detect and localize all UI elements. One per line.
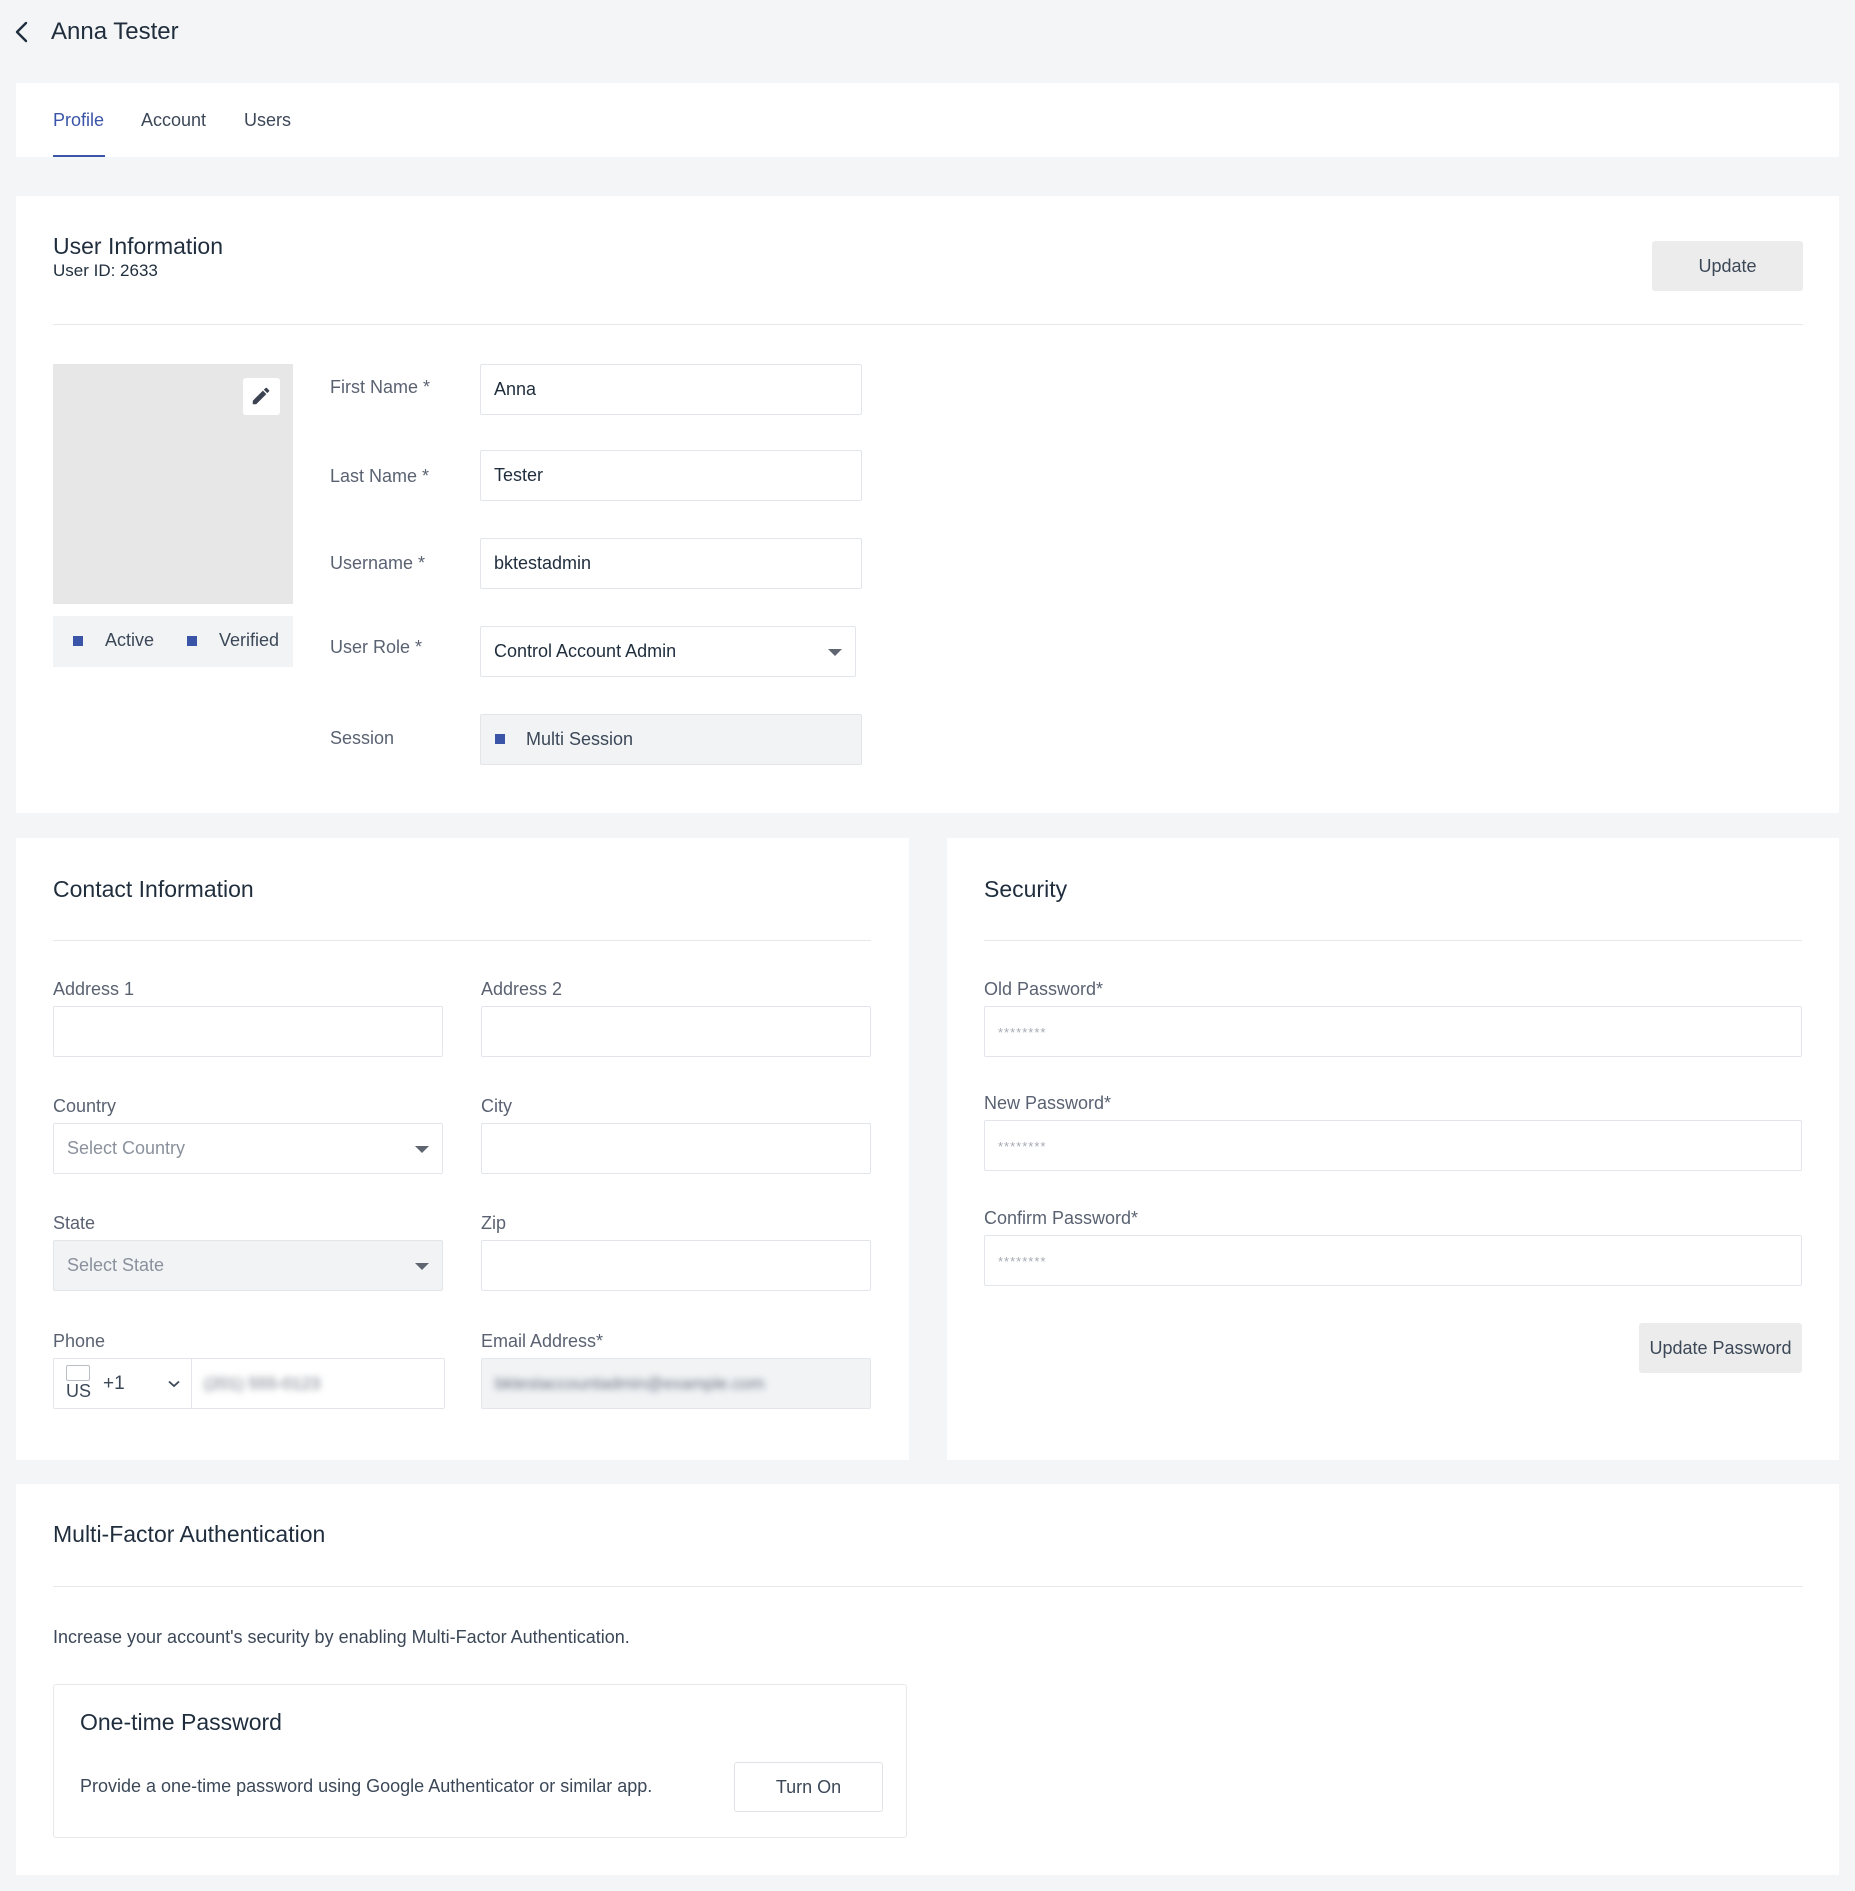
verified-checkbox[interactable]	[187, 636, 197, 646]
username-input[interactable]: bktestadmin	[480, 538, 862, 589]
caret-down-icon	[828, 649, 842, 656]
email-input[interactable]: bktestaccountadmin@example.com	[481, 1358, 871, 1409]
phone-input[interactable]: (201) 555-0123	[204, 1359, 320, 1408]
tab-account[interactable]: Account	[141, 110, 206, 131]
user-information-card: User Information User ID: 2633 Update Ac…	[16, 196, 1839, 813]
edit-avatar-button[interactable]	[243, 378, 280, 415]
update-password-button[interactable]: Update Password	[1639, 1323, 1802, 1373]
old-password-label: Old Password*	[984, 979, 1104, 999]
address2-input[interactable]	[481, 1006, 871, 1057]
first-name-input[interactable]: Anna	[480, 364, 862, 415]
last-name-label: Last Name *	[330, 466, 430, 486]
avatar	[53, 364, 293, 604]
user-role-value: Control Account Admin	[494, 641, 677, 661]
tab-profile[interactable]: Profile	[53, 110, 104, 131]
user-role-select[interactable]: Control Account Admin	[480, 626, 856, 677]
zip-label: Zip	[481, 1213, 507, 1233]
email-label: Email Address*	[481, 1331, 604, 1351]
country-select[interactable]: Select Country	[53, 1123, 443, 1174]
user-role-label: User Role *	[330, 637, 423, 657]
update-button[interactable]: Update	[1652, 241, 1803, 291]
session-label: Session	[330, 728, 395, 748]
us-flag-icon	[66, 1365, 90, 1381]
status-bar: Active Verified	[53, 616, 293, 667]
tab-users[interactable]: Users	[244, 110, 291, 131]
city-label: City	[481, 1096, 512, 1116]
caret-down-icon	[415, 1263, 429, 1270]
country-placeholder: Select Country	[67, 1138, 186, 1158]
multi-session-label: Multi Session	[526, 729, 634, 749]
page-title: Anna Tester	[51, 18, 179, 45]
country-label: Country	[53, 1096, 117, 1116]
divider	[53, 940, 871, 941]
caret-down-icon	[415, 1146, 429, 1153]
divider	[984, 940, 1802, 941]
pencil-icon	[252, 387, 270, 405]
multi-session-checkbox[interactable]	[495, 734, 505, 744]
confirm-password-placeholder: ********	[998, 1254, 1047, 1269]
flag-alt-text: US	[66, 1381, 92, 1401]
confirm-password-input[interactable]: ********	[984, 1235, 1802, 1286]
profile-page: Anna Tester Profile Account Users User I…	[0, 0, 1855, 1891]
session-field: Multi Session	[480, 714, 862, 765]
active-label: Active	[105, 630, 155, 650]
email-value: bktestaccountadmin@example.com	[495, 1374, 765, 1393]
new-password-input[interactable]: ********	[984, 1120, 1802, 1171]
tab-bar: Profile Account Users	[16, 83, 1839, 157]
confirm-password-label: Confirm Password*	[984, 1208, 1139, 1228]
address1-input[interactable]	[53, 1006, 443, 1057]
active-checkbox[interactable]	[73, 636, 83, 646]
city-input[interactable]	[481, 1123, 871, 1174]
verified-label: Verified	[219, 630, 280, 650]
back-arrow-icon[interactable]	[12, 18, 32, 46]
contact-information-title: Contact Information	[53, 876, 254, 902]
new-password-label: New Password*	[984, 1093, 1112, 1113]
mfa-card: Multi-Factor Authentication Increase you…	[16, 1484, 1839, 1875]
zip-input[interactable]	[481, 1240, 871, 1291]
mfa-title: Multi-Factor Authentication	[53, 1521, 326, 1547]
first-name-label: First Name *	[330, 377, 431, 397]
mfa-description: Increase your account's security by enab…	[53, 1627, 630, 1647]
last-name-input[interactable]: Tester	[480, 450, 862, 501]
address2-label: Address 2	[481, 979, 563, 999]
chevron-down-icon	[168, 1380, 180, 1388]
state-select[interactable]: Select State	[53, 1240, 443, 1291]
divider	[53, 1586, 1803, 1587]
state-label: State	[53, 1213, 96, 1233]
state-placeholder: Select State	[67, 1255, 165, 1275]
country-code: +1	[103, 1373, 125, 1394]
otp-title: One-time Password	[80, 1709, 282, 1735]
old-password-input[interactable]: ********	[984, 1006, 1802, 1057]
otp-panel: One-time Password Provide a one-time pas…	[53, 1684, 907, 1838]
divider	[53, 324, 1803, 325]
contact-information-card: Contact Information Address 1 Address 2 …	[16, 838, 909, 1460]
security-card: Security Old Password* ******** New Pass…	[947, 838, 1839, 1460]
user-information-title: User Information	[53, 233, 224, 259]
phone-label: Phone	[53, 1331, 106, 1351]
address1-label: Address 1	[53, 979, 135, 999]
phone-field: US +1 (201) 555-0123	[53, 1358, 445, 1409]
active-tab-indicator	[53, 155, 105, 157]
country-code-select[interactable]: US +1	[54, 1359, 192, 1408]
turn-on-button[interactable]: Turn On	[734, 1762, 883, 1812]
old-password-placeholder: ********	[998, 1025, 1047, 1040]
security-title: Security	[984, 876, 1068, 902]
otp-description: Provide a one-time password using Google…	[80, 1776, 653, 1796]
top-bar: Anna Tester	[0, 0, 1855, 64]
username-label: Username *	[330, 553, 426, 573]
new-password-placeholder: ********	[998, 1139, 1047, 1154]
user-id-text: User ID: 2633	[53, 261, 158, 280]
